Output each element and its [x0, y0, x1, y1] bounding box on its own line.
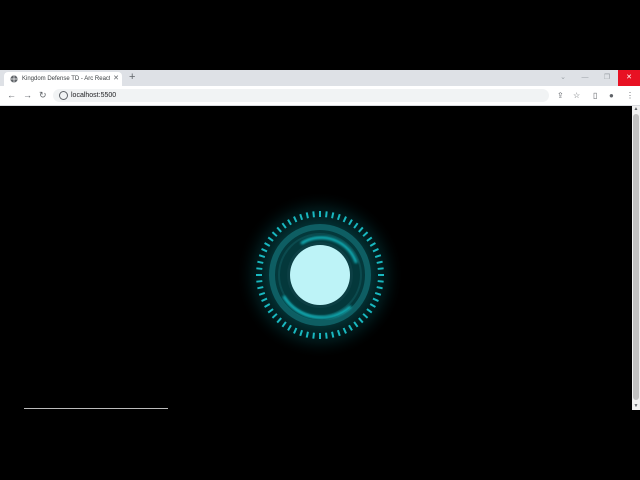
- tick-mark: [331, 212, 335, 219]
- tick-mark: [256, 280, 263, 283]
- new-tab-button[interactable]: +: [129, 71, 135, 84]
- tick-mark: [325, 332, 328, 339]
- scroll-down-icon[interactable]: ▼: [632, 403, 640, 410]
- url-text: localhost:5500: [71, 92, 117, 99]
- close-icon[interactable]: ✕: [113, 73, 119, 85]
- tick-mark: [312, 332, 315, 339]
- tick-mark: [376, 286, 383, 290]
- tick-mark: [256, 267, 263, 270]
- page-viewport: [0, 106, 632, 410]
- tab-strip: Kingdom Defense TD - Arc Reactor ✕ + ⌄ —…: [0, 70, 640, 86]
- info-icon[interactable]: [59, 91, 68, 100]
- reload-button[interactable]: ↻: [39, 89, 47, 102]
- close-window-button[interactable]: ✕: [618, 70, 640, 86]
- share-icon[interactable]: ⇪: [557, 89, 564, 102]
- tick-mark: [376, 260, 383, 264]
- tick-mark: [331, 331, 335, 338]
- back-button[interactable]: ←: [7, 89, 16, 102]
- divider-line: [24, 408, 168, 409]
- bookmark-star-icon[interactable]: ☆: [573, 89, 580, 102]
- browser-window: Kingdom Defense TD - Arc Reactor ✕ + ⌄ —…: [0, 70, 640, 410]
- reactor-core: [290, 245, 350, 305]
- menu-icon[interactable]: ⋮: [626, 89, 634, 102]
- scroll-up-icon[interactable]: ▲: [632, 106, 640, 113]
- tick-mark: [305, 331, 309, 338]
- tick-mark: [257, 260, 264, 264]
- tab-title: Kingdom Defense TD - Arc Reactor: [22, 76, 110, 82]
- tick-mark: [257, 286, 264, 290]
- forward-button[interactable]: →: [23, 89, 32, 102]
- tick-mark: [325, 211, 328, 218]
- restore-button[interactable]: ❐: [596, 70, 618, 86]
- browser-toolbar: ← → ↻ localhost:5500 ⇪ ☆ ▯ ● ⋮: [0, 86, 640, 106]
- tick-mark: [305, 212, 309, 219]
- profile-avatar[interactable]: ●: [609, 89, 614, 102]
- tick-mark: [312, 211, 315, 218]
- chevron-down-icon[interactable]: ⌄: [552, 70, 574, 86]
- tab-kingdom-defense[interactable]: Kingdom Defense TD - Arc Reactor ✕: [4, 72, 122, 86]
- tick-mark: [377, 267, 384, 270]
- vertical-scrollbar[interactable]: ▲ ▼: [632, 106, 640, 410]
- arc-reactor-loader: [236, 191, 404, 359]
- scrollbar-thumb[interactable]: [633, 114, 639, 400]
- globe-icon: [10, 75, 18, 83]
- tick-mark: [377, 280, 384, 283]
- address-bar[interactable]: localhost:5500: [53, 89, 549, 102]
- minimize-button[interactable]: —: [574, 70, 596, 86]
- side-panel-icon[interactable]: ▯: [593, 89, 597, 102]
